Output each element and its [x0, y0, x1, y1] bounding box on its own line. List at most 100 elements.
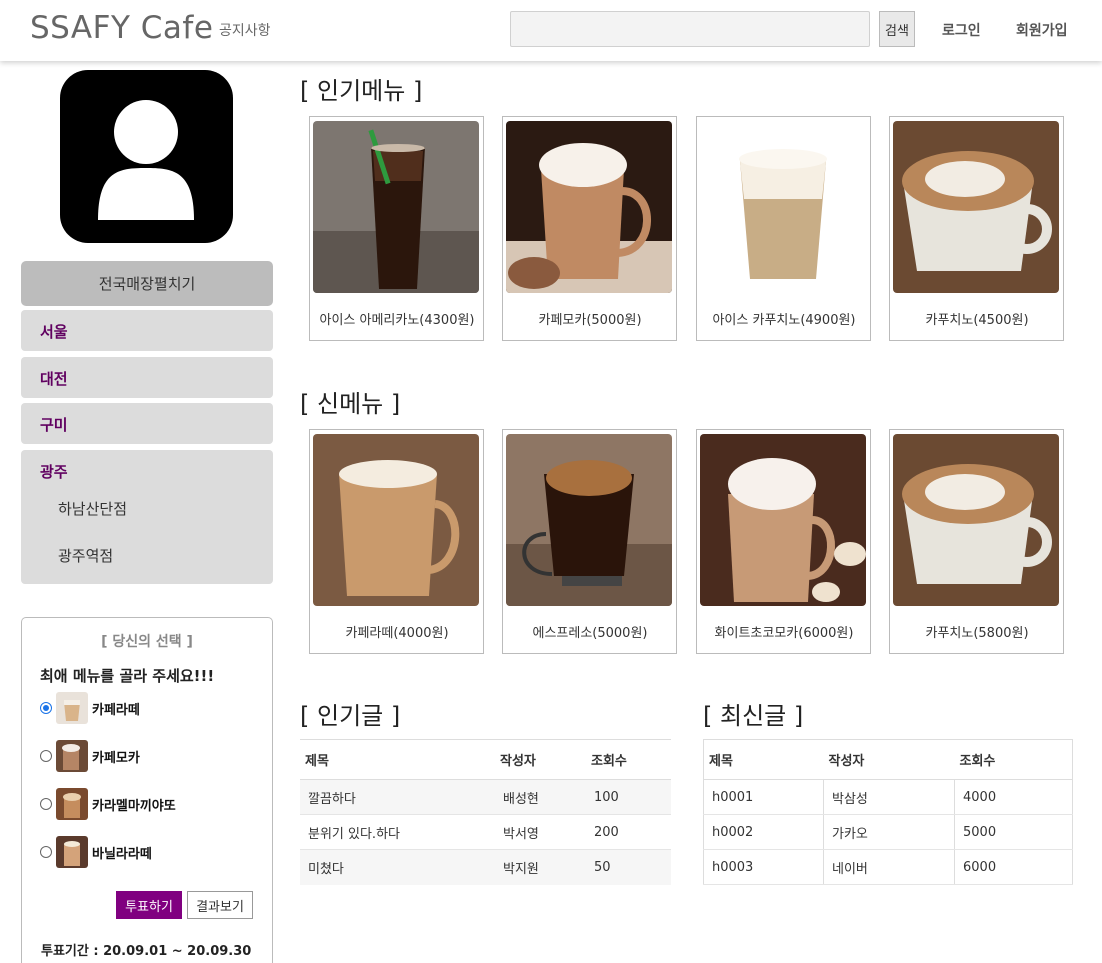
- table-row[interactable]: h0003 네이버 6000: [703, 849, 1073, 885]
- caramel-macchiato-thumbnail: [56, 788, 88, 820]
- poll-option-label: 바닐라라떼: [92, 846, 152, 862]
- espresso-image: [506, 434, 672, 606]
- column-header: 작성자: [495, 739, 586, 780]
- region-seoul[interactable]: 서울: [21, 310, 273, 351]
- menu-card[interactable]: 화이트초코모카(6000원): [696, 429, 871, 654]
- branch-item[interactable]: 하남산단점: [58, 498, 127, 519]
- post-title[interactable]: 분위기 있다.하다: [300, 814, 495, 850]
- popular-posts-title: [ 인기글 ]: [300, 702, 401, 730]
- post-author: 가카오: [823, 814, 955, 850]
- poll-question: 최애 메뉴를 골라 주세요!!!: [40, 667, 215, 685]
- view-results-button[interactable]: 결과보기: [187, 891, 253, 919]
- region-label: 서울: [40, 323, 68, 341]
- region-daejeon[interactable]: 대전: [21, 357, 273, 398]
- notice-link[interactable]: 공지사항: [219, 20, 271, 40]
- post-author: 박삼성: [823, 779, 955, 815]
- vote-button[interactable]: 투표하기: [116, 891, 182, 919]
- post-title[interactable]: h0001: [703, 779, 824, 815]
- menu-card[interactable]: 아이스 카푸치노(4900원): [696, 116, 871, 341]
- menu-card[interactable]: 카푸치노(4500원): [889, 116, 1064, 341]
- poll-title: [ 당신의 선택 ]: [101, 634, 193, 650]
- post-views: 50: [586, 849, 671, 885]
- column-header: 조회수: [954, 739, 1073, 780]
- login-link[interactable]: 로그인: [942, 20, 981, 40]
- radio-button[interactable]: [40, 750, 52, 762]
- popular-posts-table: 제목 작성자 조회수 깔끔하다 배성현 100 분위기 있다.하다 박서영 20…: [300, 739, 671, 885]
- cafe-latte-thumbnail: [56, 692, 88, 724]
- menu-caption: 아이스 아메리카노(4300원): [319, 313, 475, 328]
- table-row[interactable]: 미쳤다 박지원 50: [300, 849, 671, 885]
- menu-card[interactable]: 아이스 아메리카노(4300원): [309, 116, 484, 341]
- region-label: 광주: [40, 463, 68, 481]
- poll-panel: [ 당신의 선택 ] 최애 메뉴를 골라 주세요!!! 카페라떼 카페모카 카라…: [21, 617, 273, 963]
- cappuccino-image: [893, 121, 1059, 293]
- iced-americano-image: [313, 121, 479, 293]
- menu-caption: 아이스 카푸치노(4900원): [712, 313, 856, 328]
- region-gumi[interactable]: 구미: [21, 403, 273, 444]
- search-button[interactable]: 검색: [879, 11, 915, 47]
- post-title[interactable]: 깔끔하다: [300, 779, 495, 815]
- post-views: 6000: [954, 849, 1073, 885]
- post-author: 박서영: [495, 814, 586, 850]
- region-label: 대전: [40, 370, 68, 388]
- post-title[interactable]: 미쳤다: [300, 849, 495, 885]
- cappuccino-image: [893, 434, 1059, 606]
- post-views: 200: [586, 814, 671, 850]
- menu-card[interactable]: 카푸치노(5800원): [889, 429, 1064, 654]
- user-avatar-icon: [60, 70, 233, 243]
- poll-option[interactable]: 카페모카: [40, 739, 140, 773]
- table-row[interactable]: 깔끔하다 배성현 100: [300, 779, 671, 815]
- signup-link[interactable]: 회원가입: [1016, 20, 1068, 40]
- branch-item[interactable]: 광주역점: [58, 545, 113, 566]
- menu-card[interactable]: 카페라떼(4000원): [309, 429, 484, 654]
- recent-posts-table: 제목 작성자 조회수 h0001 박삼성 4000 h0002 가카오 5000…: [703, 739, 1073, 885]
- poll-option-label: 카라멜마끼야또: [92, 798, 176, 814]
- search-input[interactable]: [510, 11, 870, 47]
- table-row[interactable]: h0001 박삼성 4000: [703, 779, 1073, 815]
- menu-caption: 카푸치노(4500원): [925, 313, 1029, 328]
- menu-caption: 카페라떼(4000원): [345, 626, 449, 641]
- post-title[interactable]: h0002: [703, 814, 824, 850]
- popular-menu-title: [ 인기메뉴 ]: [300, 77, 423, 105]
- poll-period: 투표기간 : 20.09.01 ~ 20.09.30: [41, 944, 252, 959]
- menu-caption: 에스프레소(5000원): [532, 626, 648, 641]
- post-author: 배성현: [495, 779, 586, 815]
- menu-caption: 카페모카(5000원): [538, 313, 642, 328]
- column-header: 조회수: [586, 739, 671, 780]
- menu-card[interactable]: 에스프레소(5000원): [502, 429, 677, 654]
- poll-option[interactable]: 바닐라라떼: [40, 835, 152, 869]
- menu-caption: 화이트초코모카(6000원): [714, 626, 854, 641]
- table-row[interactable]: h0002 가카오 5000: [703, 814, 1073, 850]
- post-author: 네이버: [823, 849, 955, 885]
- menu-card[interactable]: 카페모카(5000원): [502, 116, 677, 341]
- radio-button[interactable]: [40, 846, 52, 858]
- radio-button[interactable]: [40, 702, 52, 714]
- menu-caption: 카푸치노(5800원): [925, 626, 1029, 641]
- vanilla-latte-thumbnail: [56, 836, 88, 868]
- column-header: 제목: [300, 739, 495, 780]
- recent-posts-title: [ 최신글 ]: [703, 702, 804, 730]
- expand-stores-button[interactable]: 전국매장펼치기: [21, 261, 273, 306]
- region-gwangju[interactable]: 광주 하남산단점 광주역점: [21, 450, 273, 584]
- new-menu-title: [ 신메뉴 ]: [300, 390, 401, 418]
- table-row[interactable]: 분위기 있다.하다 박서영 200: [300, 814, 671, 850]
- post-views: 100: [586, 779, 671, 815]
- iced-cappuccino-image: [700, 121, 866, 293]
- radio-button[interactable]: [40, 798, 52, 810]
- poll-option-label: 카페라떼: [92, 702, 140, 718]
- region-label: 구미: [40, 416, 68, 434]
- poll-option[interactable]: 카라멜마끼야또: [40, 787, 176, 821]
- post-views: 4000: [954, 779, 1073, 815]
- cafe-latte-image: [313, 434, 479, 606]
- column-header: 제목: [703, 739, 824, 780]
- poll-option-label: 카페모카: [92, 750, 140, 766]
- poll-option[interactable]: 카페라떼: [40, 691, 140, 725]
- post-author: 박지원: [495, 849, 586, 885]
- post-views: 5000: [954, 814, 1073, 850]
- cafe-mocha-image: [506, 121, 672, 293]
- top-navbar: SSAFY Cafe 공지사항 검색 로그인 회원가입: [0, 0, 1102, 61]
- brand-logo[interactable]: SSAFY Cafe: [30, 10, 213, 46]
- column-header: 작성자: [823, 739, 955, 780]
- cafe-mocha-thumbnail: [56, 740, 88, 772]
- post-title[interactable]: h0003: [703, 849, 824, 885]
